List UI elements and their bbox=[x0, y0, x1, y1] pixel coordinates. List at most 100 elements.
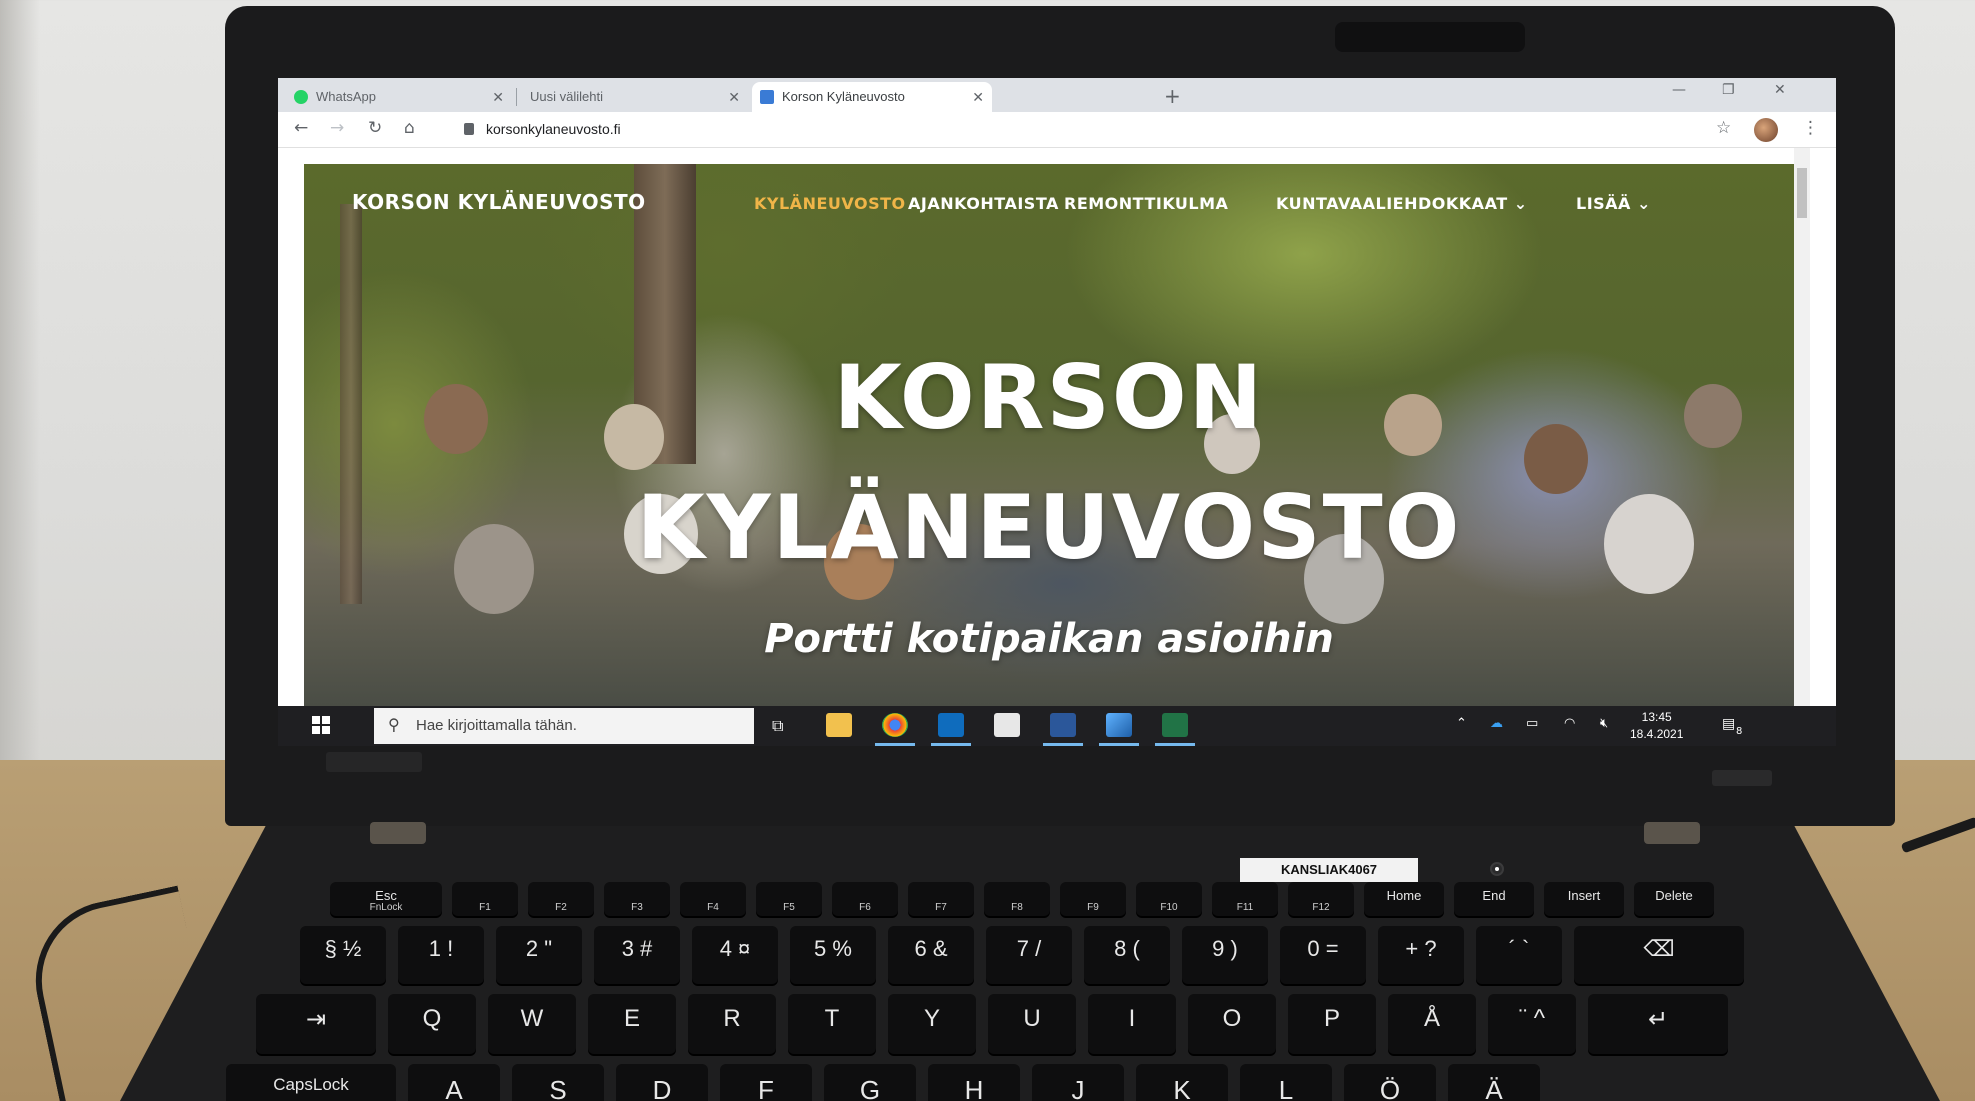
key-qwerty-9[interactable]: O bbox=[1188, 994, 1276, 1054]
key-home-5[interactable]: G bbox=[824, 1064, 916, 1101]
tab-korson-kylaneuvosto[interactable]: Korson Kyläneuvosto ✕ bbox=[752, 82, 992, 112]
key-fn-11[interactable]: F11 bbox=[1212, 882, 1278, 916]
key-fn-14[interactable]: End bbox=[1454, 882, 1534, 916]
wifi-icon[interactable]: ◠ bbox=[1564, 716, 1575, 731]
taskbar-clock[interactable]: 13:45 18.4.2021 bbox=[1630, 709, 1683, 743]
reload-icon[interactable]: ↻ bbox=[368, 118, 382, 138]
chevron-up-icon[interactable]: ⌃ bbox=[1456, 716, 1467, 731]
key-qwerty-4[interactable]: R bbox=[688, 994, 776, 1054]
key-num-7[interactable]: 7 / bbox=[986, 926, 1072, 984]
close-tab-icon[interactable]: ✕ bbox=[972, 82, 984, 112]
key-qwerty-1[interactable]: Q bbox=[388, 994, 476, 1054]
key-num-13[interactable]: ⌫ bbox=[1574, 926, 1744, 984]
key-qwerty-2[interactable]: W bbox=[488, 994, 576, 1054]
key-qwerty-13[interactable]: ↵ bbox=[1588, 994, 1728, 1054]
key-qwerty-7[interactable]: U bbox=[988, 994, 1076, 1054]
key-num-6[interactable]: 6 & bbox=[888, 926, 974, 984]
key-qwerty-10[interactable]: P bbox=[1288, 994, 1376, 1054]
key-qwerty-5[interactable]: T bbox=[788, 994, 876, 1054]
key-num-9[interactable]: 9 ) bbox=[1182, 926, 1268, 984]
address-bar[interactable]: korsonkylaneuvosto.fi bbox=[486, 121, 621, 137]
key-num-10[interactable]: 0 = bbox=[1280, 926, 1366, 984]
key-fn-6[interactable]: F6 bbox=[832, 882, 898, 916]
key-num-1[interactable]: 1 ! bbox=[398, 926, 484, 984]
bookmark-star-icon[interactable]: ☆ bbox=[1716, 118, 1731, 138]
key-fn-0[interactable]: Esc FnLock bbox=[330, 882, 442, 916]
taskbar-search-input[interactable]: ⚲ Hae kirjoittamalla tähän. bbox=[374, 708, 754, 744]
word-icon[interactable] bbox=[1050, 713, 1076, 737]
menu-kebab-icon[interactable]: ⋮ bbox=[1802, 118, 1819, 138]
key-num-11[interactable]: + ? bbox=[1378, 926, 1464, 984]
store-icon[interactable] bbox=[994, 713, 1020, 737]
key-qwerty-8[interactable]: I bbox=[1088, 994, 1176, 1054]
key-num-5[interactable]: 5 % bbox=[790, 926, 876, 984]
tab-whatsapp[interactable]: WhatsApp ✕ bbox=[286, 82, 512, 112]
key-home-10[interactable]: Ö bbox=[1344, 1064, 1436, 1101]
site-nav-kylaneuvosto[interactable]: KYLÄNEUVOSTO bbox=[754, 194, 906, 213]
key-home-8[interactable]: K bbox=[1136, 1064, 1228, 1101]
profile-avatar[interactable] bbox=[1754, 118, 1778, 142]
site-nav-remonttikulma[interactable]: REMONTTIKULMA bbox=[1064, 194, 1228, 213]
key-home-1[interactable]: A bbox=[408, 1064, 500, 1101]
site-nav-lisaa[interactable]: LISÄÄ ⌄ bbox=[1576, 194, 1651, 213]
key-fn-8[interactable]: F8 bbox=[984, 882, 1050, 916]
site-nav-ajankohtaista[interactable]: AJANKOHTAISTA bbox=[908, 194, 1059, 213]
action-center-icon[interactable]: ▤ bbox=[1722, 716, 1735, 732]
key-fn-7[interactable]: F7 bbox=[908, 882, 974, 916]
page-scrollbar[interactable] bbox=[1794, 148, 1810, 708]
key-fn-12[interactable]: F12 bbox=[1288, 882, 1354, 916]
key-num-4[interactable]: 4 ¤ bbox=[692, 926, 778, 984]
key-qwerty-11[interactable]: Å bbox=[1388, 994, 1476, 1054]
file-explorer-icon[interactable] bbox=[826, 713, 852, 737]
key-home-6[interactable]: H bbox=[928, 1064, 1020, 1101]
key-num-12[interactable]: ´ ` bbox=[1476, 926, 1562, 984]
key-num-8[interactable]: 8 ( bbox=[1084, 926, 1170, 984]
minimize-icon[interactable]: — bbox=[1672, 82, 1686, 98]
back-icon[interactable]: ← bbox=[294, 118, 308, 138]
key-fn-5[interactable]: F5 bbox=[756, 882, 822, 916]
close-tab-icon[interactable]: ✕ bbox=[492, 82, 504, 112]
new-tab-button[interactable]: + bbox=[1164, 82, 1181, 110]
key-home-3[interactable]: D bbox=[616, 1064, 708, 1101]
site-nav-kuntavaaliehdokkaat[interactable]: KUNTAVAALIEHDOKKAAT ⌄ bbox=[1276, 194, 1528, 213]
key-fn-13[interactable]: Home bbox=[1364, 882, 1444, 916]
site-logo[interactable]: KORSON KYLÄNEUVOSTO bbox=[352, 190, 646, 214]
chrome-icon[interactable] bbox=[882, 713, 908, 737]
speaker-muted-icon[interactable]: 🔇︎ bbox=[1600, 716, 1608, 731]
windows-start-icon[interactable] bbox=[312, 716, 330, 734]
key-fn-10[interactable]: F10 bbox=[1136, 882, 1202, 916]
key-num-0[interactable]: § ½ bbox=[300, 926, 386, 984]
key-num-3[interactable]: 3 # bbox=[594, 926, 680, 984]
key-qwerty-0[interactable]: ⇥ bbox=[256, 994, 376, 1054]
key-home-0[interactable]: CapsLock bbox=[226, 1064, 396, 1101]
onedrive-icon[interactable]: ☁ bbox=[1490, 716, 1503, 731]
restore-icon[interactable]: ❐ bbox=[1722, 82, 1735, 98]
key-qwerty-12[interactable]: ¨ ^ bbox=[1488, 994, 1576, 1054]
forward-icon[interactable]: → bbox=[330, 118, 344, 138]
tab-new-tab[interactable]: Uusi välilehti ✕ bbox=[522, 82, 748, 112]
key-fn-15[interactable]: Insert bbox=[1544, 882, 1624, 916]
key-home-7[interactable]: J bbox=[1032, 1064, 1124, 1101]
key-home-9[interactable]: L bbox=[1240, 1064, 1332, 1101]
photos-icon[interactable] bbox=[1106, 713, 1132, 737]
key-fn-16[interactable]: Delete bbox=[1634, 882, 1714, 916]
key-fn-3[interactable]: F3 bbox=[604, 882, 670, 916]
task-view-icon[interactable]: ⧉ bbox=[772, 716, 783, 736]
key-fn-4[interactable]: F4 bbox=[680, 882, 746, 916]
outlook-icon[interactable] bbox=[938, 713, 964, 737]
key-fn-2[interactable]: F2 bbox=[528, 882, 594, 916]
excel-icon[interactable] bbox=[1162, 713, 1188, 737]
key-qwerty-3[interactable]: E bbox=[588, 994, 676, 1054]
key-qwerty-6[interactable]: Y bbox=[888, 994, 976, 1054]
key-fn-1[interactable]: F1 bbox=[452, 882, 518, 916]
key-home-4[interactable]: F bbox=[720, 1064, 812, 1101]
close-window-icon[interactable]: ✕ bbox=[1774, 82, 1786, 98]
close-tab-icon[interactable]: ✕ bbox=[728, 82, 740, 112]
home-icon[interactable]: ⌂ bbox=[404, 118, 415, 138]
battery-icon[interactable]: ▭ bbox=[1526, 716, 1538, 731]
key-fn-9[interactable]: F9 bbox=[1060, 882, 1126, 916]
key-home-2[interactable]: S bbox=[512, 1064, 604, 1101]
key-home-11[interactable]: Ä bbox=[1448, 1064, 1540, 1101]
scrollbar-thumb[interactable] bbox=[1797, 168, 1807, 218]
key-num-2[interactable]: 2 " bbox=[496, 926, 582, 984]
